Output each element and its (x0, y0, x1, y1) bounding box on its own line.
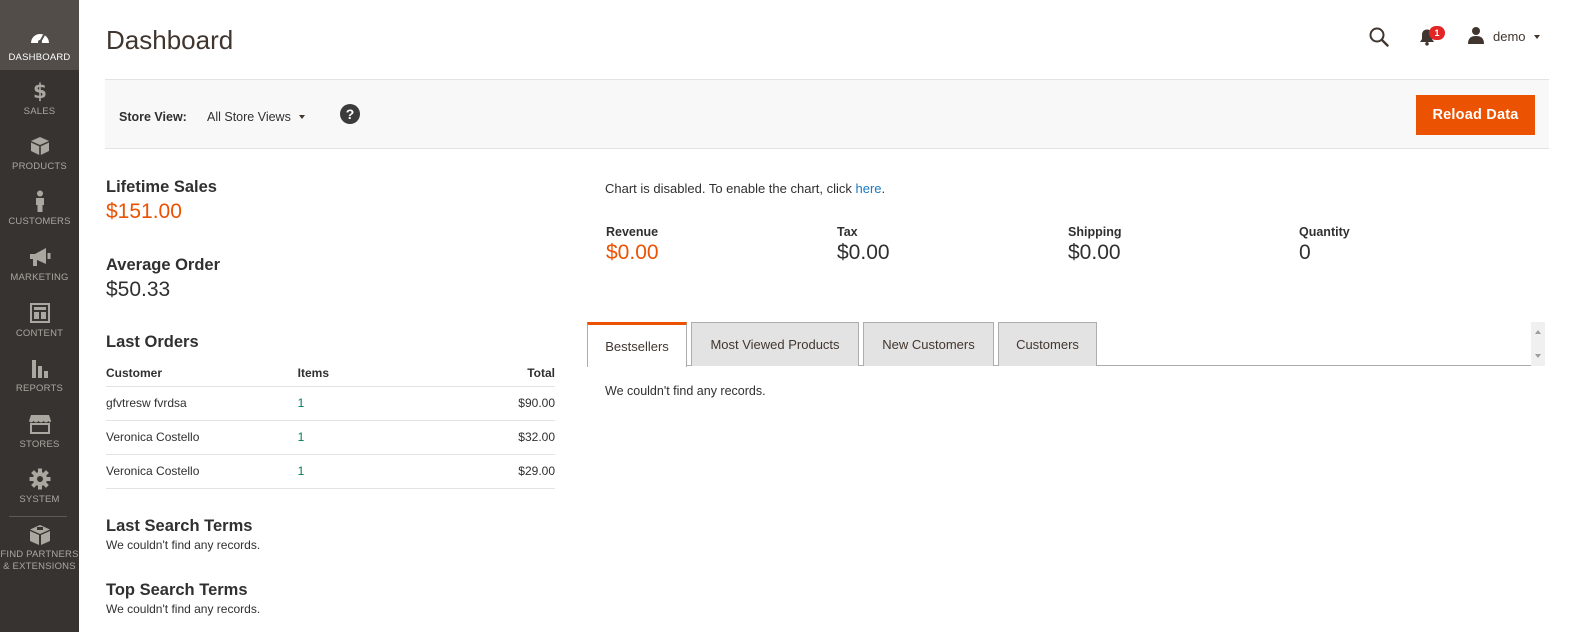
sidebar-item-label: DASHBOARD (8, 52, 71, 63)
table-row[interactable]: gfvtresw fvrdsa 1 $90.00 (106, 386, 555, 421)
quantity-label: Quantity (1299, 225, 1350, 239)
top-search-terms-empty: We couldn't find any records. (106, 602, 261, 616)
scroll-down-icon[interactable] (1535, 354, 1541, 358)
lifetime-sales-title: Lifetime Sales (106, 178, 217, 196)
sidebar-item-label: CUSTOMERS (8, 216, 71, 227)
table-row[interactable]: Veronica Costello 1 $29.00 (106, 454, 555, 489)
sidebar-item-customers[interactable]: CUSTOMERS (0, 190, 79, 228)
top-search-terms-title: Top Search Terms (106, 581, 248, 599)
table-row[interactable]: Veronica Costello 1 $32.00 (106, 420, 555, 455)
order-total: $29.00 (479, 454, 555, 489)
column-header-customer: Customer (106, 361, 298, 387)
last-search-terms-title: Last Search Terms (106, 517, 253, 535)
dollar-icon: $ (33, 80, 47, 102)
gear-icon (29, 468, 51, 490)
store-view-selected: All Store Views (207, 110, 291, 124)
chevron-down-icon (298, 115, 305, 119)
order-total: $32.00 (479, 420, 555, 455)
lifetime-sales-value: $151.00 (106, 200, 182, 223)
store-view-select[interactable]: All Store Views (207, 110, 305, 124)
user-name: demo (1493, 29, 1526, 44)
chart-notice-end: . (881, 181, 886, 196)
order-items: 1 (297, 386, 480, 421)
store-view-label: Store View: (119, 110, 187, 124)
last-orders-table: Customer Items Total gfvtresw fvrdsa 1 $… (106, 361, 555, 489)
sidebar-item-marketing[interactable]: MARKETING (0, 246, 79, 284)
sidebar-item-dashboard[interactable]: DASHBOARD (0, 0, 79, 70)
chart-notice-text: Chart is disabled. To enable the chart, … (605, 181, 856, 196)
sidebar-item-find-partners[interactable]: FIND PARTNERS & EXTENSIONS (0, 524, 79, 573)
column-header-items: Items (297, 361, 480, 387)
tab-bestsellers[interactable]: Bestsellers (587, 322, 687, 367)
last-orders-title: Last Orders (106, 333, 199, 351)
order-items: 1 (297, 454, 480, 489)
tab-content-empty: We couldn't find any records. (605, 384, 766, 398)
sidebar-item-label: FIND PARTNERS & EXTENSIONS (0, 549, 78, 573)
sidebar-item-products[interactable]: PRODUCTS (0, 135, 79, 173)
svg-text:$: $ (33, 80, 47, 102)
column-header-total: Total (479, 361, 555, 387)
sidebar-item-label: PRODUCTS (12, 161, 67, 172)
search-icon[interactable] (1369, 27, 1389, 47)
order-customer: Veronica Costello (106, 420, 298, 455)
chevron-down-icon (1533, 34, 1540, 39)
label-line-2: & EXTENSIONS (3, 561, 76, 572)
sidebar-item-label: STORES (19, 439, 60, 450)
scroll-up-icon[interactable] (1535, 330, 1541, 334)
revenue-label: Revenue (606, 225, 659, 239)
tax-value: $0.00 (837, 241, 890, 264)
admin-sidebar: DASHBOARD $ SALES PRODUCTS CUSTOMERS MAR… (0, 0, 79, 632)
label-line-1: FIND PARTNERS (0, 549, 79, 560)
sidebar-item-label: SYSTEM (19, 494, 60, 505)
store-icon (28, 413, 52, 435)
user-icon (1467, 26, 1485, 47)
quantity-value: 0 (1299, 241, 1311, 264)
revenue-value: $0.00 (606, 241, 659, 264)
tabs-scrollbar[interactable] (1531, 322, 1545, 366)
last-search-terms-empty: We couldn't find any records. (106, 538, 261, 552)
tab-most-viewed-products[interactable]: Most Viewed Products (691, 322, 859, 366)
sidebar-item-label: SALES (23, 106, 56, 117)
shipping-label: Shipping (1068, 225, 1122, 239)
chart-disabled-notice: Chart is disabled. To enable the chart, … (605, 181, 885, 196)
order-items: 1 (297, 420, 480, 455)
average-order-title: Average Order (106, 256, 221, 274)
help-icon[interactable]: ? (340, 104, 360, 124)
dashboard-icon (29, 26, 51, 48)
order-total: $90.00 (479, 386, 555, 421)
order-customer: gfvtresw fvrdsa (106, 386, 298, 421)
layout-icon (29, 302, 50, 324)
user-menu[interactable]: demo (1467, 26, 1540, 47)
shipping-value: $0.00 (1068, 241, 1121, 264)
reload-data-button[interactable]: Reload Data (1416, 95, 1535, 135)
sidebar-item-system[interactable]: SYSTEM (0, 468, 79, 506)
table-header-row: Customer Items Total (106, 361, 555, 387)
extensions-icon (29, 524, 51, 546)
sidebar-item-content[interactable]: CONTENT (0, 302, 79, 340)
order-customer: Veronica Costello (106, 454, 298, 489)
page-title: Dashboard (106, 25, 234, 55)
box-icon (30, 135, 50, 157)
person-icon (34, 190, 46, 212)
sidebar-item-label: CONTENT (15, 328, 64, 339)
sidebar-divider (9, 516, 67, 517)
tab-customers[interactable]: Customers (998, 322, 1097, 366)
notification-badge: 1 (1429, 26, 1445, 40)
store-view-bar: Store View: All Store Views ? Reload Dat… (105, 79, 1549, 149)
sidebar-item-label: REPORTS (15, 383, 64, 394)
bar-chart-icon (30, 357, 50, 379)
sidebar-item-label: MARKETING (10, 272, 69, 283)
tax-label: Tax (837, 225, 858, 239)
sidebar-item-stores[interactable]: STORES (0, 413, 79, 451)
sidebar-item-reports[interactable]: REPORTS (0, 357, 79, 395)
average-order-value: $50.33 (106, 278, 171, 301)
tab-new-customers[interactable]: New Customers (863, 322, 994, 366)
megaphone-icon (29, 246, 51, 268)
sidebar-item-sales[interactable]: $ SALES (0, 80, 79, 118)
enable-chart-link[interactable]: here (856, 181, 882, 196)
